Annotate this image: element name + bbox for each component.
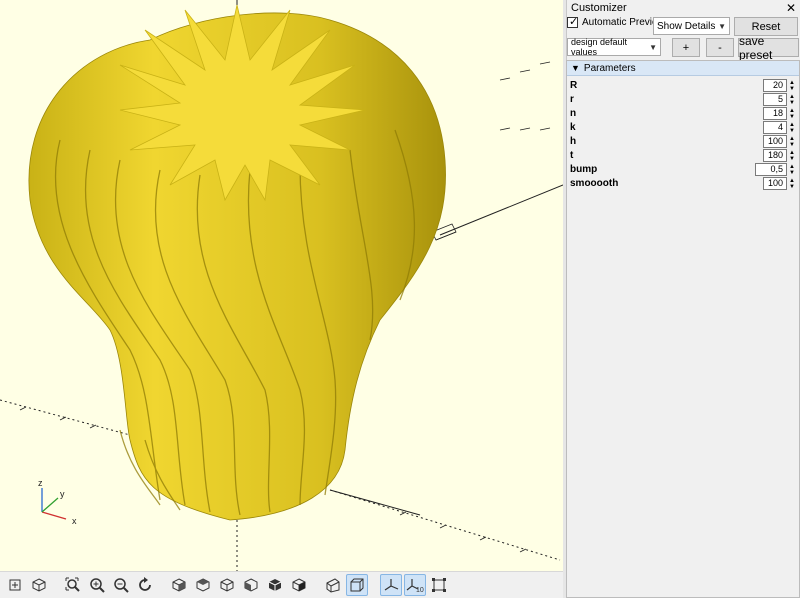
details-select-value: Show Details <box>657 20 716 32</box>
automatic-preview-row[interactable]: ✓ Automatic Preview <box>567 16 665 28</box>
show-edges-icon[interactable] <box>428 574 450 596</box>
zoom-in-icon[interactable] <box>86 574 108 596</box>
view-bottom-icon[interactable] <box>216 574 238 596</box>
param-value[interactable]: 100 <box>763 177 787 190</box>
param-name: smooooth <box>570 178 619 189</box>
preset-select-value: design default values <box>571 37 628 57</box>
param-name: n <box>570 108 577 119</box>
spin-arrows-icon[interactable]: ▲ ▼ <box>787 121 797 134</box>
axis-y-label: y <box>60 489 65 499</box>
spin-arrows-icon[interactable]: ▲ ▼ <box>787 163 797 176</box>
spin-arrows-icon[interactable]: ▲ ▼ <box>787 93 797 106</box>
rotate-reset-icon[interactable] <box>134 574 156 596</box>
x-axis-line-positive <box>439 184 563 236</box>
param-spinbox[interactable]: 0,5 ▲ ▼ <box>755 163 797 176</box>
spin-arrows-icon[interactable]: ▲ ▼ <box>787 149 797 162</box>
param-spinbox[interactable]: 100 ▲ ▼ <box>763 135 797 148</box>
details-select[interactable]: Show Details ▼ <box>653 17 730 35</box>
param-name: R <box>570 80 578 91</box>
show-axes-icon[interactable] <box>380 574 402 596</box>
param-row-r: r 5 ▲ ▼ <box>569 93 797 106</box>
param-spinbox[interactable]: 4 ▲ ▼ <box>763 121 797 134</box>
param-spinbox[interactable]: 20 ▲ ▼ <box>763 79 797 92</box>
3d-viewport[interactable]: z y x <box>0 0 563 574</box>
view-all-icon[interactable] <box>4 574 26 596</box>
view-top-icon[interactable] <box>192 574 214 596</box>
y-axis-line-positive <box>329 489 421 516</box>
param-row-R: R 20 ▲ ▼ <box>569 79 797 92</box>
reset-view-icon[interactable] <box>28 574 50 596</box>
automatic-preview-checkbox[interactable]: ✓ <box>567 16 579 28</box>
param-value[interactable]: 4 <box>763 121 787 134</box>
parameters-section-title: Parameters <box>583 62 636 74</box>
param-name: t <box>570 150 574 161</box>
scale-marker-label: 10 <box>416 587 424 593</box>
param-value[interactable]: 5 <box>763 93 787 106</box>
param-spinbox[interactable]: 180 ▲ ▼ <box>763 149 797 162</box>
view-back-icon[interactable] <box>288 574 310 596</box>
show-scale-markers-icon[interactable]: 10 <box>404 574 426 596</box>
param-row-bump: bump 0,5 ▲ ▼ <box>569 163 797 176</box>
zoom-fit-icon[interactable] <box>62 574 84 596</box>
remove-preset-button[interactable]: - <box>706 38 734 57</box>
view-toolbar: 10 <box>0 571 563 598</box>
param-spinbox[interactable]: 100 ▲ ▼ <box>763 177 797 190</box>
axis-x-label: x <box>72 516 77 526</box>
model-render: z y x <box>0 0 563 574</box>
view-left-icon[interactable] <box>240 574 262 596</box>
check-icon: ✓ <box>569 16 579 28</box>
orthogonal-icon[interactable] <box>346 574 368 596</box>
spin-arrows-icon[interactable]: ▲ ▼ <box>787 177 797 190</box>
close-icon[interactable]: ✕ <box>786 1 796 15</box>
param-name: k <box>570 122 576 133</box>
param-value[interactable]: 0,5 <box>755 163 787 176</box>
spin-arrows-icon[interactable]: ▲ ▼ <box>787 107 797 120</box>
param-name: bump <box>570 164 598 175</box>
axis-indicator: z y x <box>38 478 77 526</box>
param-value[interactable]: 180 <box>763 149 787 162</box>
param-name: h <box>570 136 577 147</box>
preset-select[interactable]: design default values ▼ <box>567 37 661 57</box>
param-row-t: t 180 ▲ ▼ <box>569 149 797 162</box>
collapse-triangle-icon: ▼ <box>571 63 580 73</box>
param-spinbox[interactable]: 5 ▲ ▼ <box>763 93 797 106</box>
param-value[interactable]: 18 <box>763 107 787 120</box>
chevron-down-icon: ▼ <box>718 21 726 31</box>
view-right-icon[interactable] <box>168 574 190 596</box>
customizer-title: Customizer <box>571 1 627 14</box>
axis-z-label: z <box>38 478 43 488</box>
chevron-down-icon: ▼ <box>649 42 657 52</box>
spin-arrows-icon[interactable]: ▲ ▼ <box>787 79 797 92</box>
parameters-panel: ▼ Parameters R 20 ▲ ▼ r 5 ▲ ▼ n 18 ▲ ▼ k 4 … <box>566 60 800 598</box>
param-name: r <box>570 94 574 105</box>
param-value[interactable]: 20 <box>763 79 787 92</box>
customizer-title-bar: Customizer ✕ <box>567 0 800 15</box>
spin-arrows-icon[interactable]: ▲ ▼ <box>787 135 797 148</box>
param-value[interactable]: 100 <box>763 135 787 148</box>
param-spinbox[interactable]: 18 ▲ ▼ <box>763 107 797 120</box>
view-front-icon[interactable] <box>264 574 286 596</box>
param-row-h: h 100 ▲ ▼ <box>569 135 797 148</box>
zoom-out-icon[interactable] <box>110 574 132 596</box>
param-row-k: k 4 ▲ ▼ <box>569 121 797 134</box>
parameters-section-header[interactable]: ▼ Parameters <box>567 61 799 76</box>
add-preset-button[interactable]: + <box>672 38 700 57</box>
param-row-smooooth: smooooth 100 ▲ ▼ <box>569 177 797 190</box>
param-row-n: n 18 ▲ ▼ <box>569 107 797 120</box>
save-preset-button[interactable]: save preset <box>738 34 799 62</box>
perspective-icon[interactable] <box>322 574 344 596</box>
